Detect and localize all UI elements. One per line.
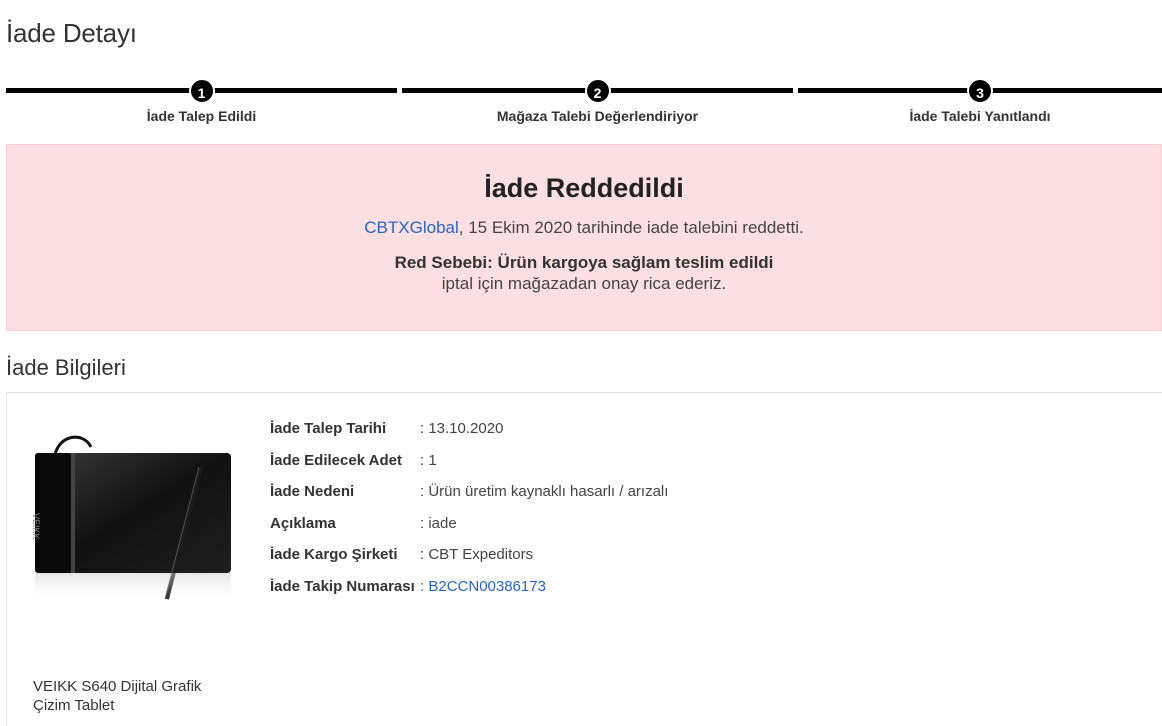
detail-value: : iade <box>420 514 457 532</box>
detail-value: : 1 <box>420 451 437 469</box>
detail-value: : 13.10.2020 <box>420 420 504 437</box>
detail-label: İade Kargo Şirketi <box>270 546 398 563</box>
page-title: İade Detayı <box>6 18 137 48</box>
rejection-message: CBTXGlobal, 15 Ekim 2020 tarihinde iade … <box>7 218 1161 238</box>
detail-label: İade Takip Numarası <box>270 577 415 595</box>
step-number: 3 <box>967 78 993 104</box>
store-link[interactable]: CBTXGlobal <box>364 218 458 237</box>
product-name[interactable]: VEIKK S640 Dijital Grafik Çizim Tablet <box>33 677 233 715</box>
step-answered: 3 İade Talebi Yanıtlandı <box>798 76 1162 132</box>
step-store-reviewing: 2 Mağaza Talebi Değerlendiriyor <box>402 76 793 132</box>
rejection-reason-label: Red Sebebi: Ürün kargoya sağlam teslim e… <box>394 253 774 272</box>
detail-value: : Ürün üretim kaynaklı hasarlı / arızalı <box>420 483 669 500</box>
rejection-reason-text: iptal için mağazadan onay rica ederiz. <box>441 274 727 293</box>
step-number: 1 <box>188 78 215 104</box>
tracking-number-link[interactable]: B2CCN00386173 <box>428 578 546 595</box>
detail-value: : B2CCN00386173 <box>420 577 546 596</box>
rejection-notice: İade Reddedildi CBTXGlobal, 15 Ekim 2020… <box>6 144 1162 331</box>
rejection-message-text: , 15 Ekim 2020 tarihinde iade talebini r… <box>458 218 804 237</box>
product-image[interactable]: VEIKK <box>33 431 233 611</box>
detail-label: İade Talep Tarihi <box>270 420 387 437</box>
section-title: İade Bilgileri <box>6 355 126 380</box>
detail-value: : CBT Expeditors <box>420 546 534 563</box>
return-progress-stepper: 1 İade Talep Edildi 2 Mağaza Talebi Değe… <box>6 76 1162 132</box>
rejection-reason: Red Sebebi: Ürün kargoya sağlam teslim e… <box>7 252 1161 294</box>
detail-label: İade Nedeni <box>270 483 355 500</box>
step-label: İade Talep Edildi <box>146 108 257 124</box>
step-number: 2 <box>584 78 611 104</box>
step-label: Mağaza Talebi Değerlendiriyor <box>496 108 699 124</box>
product-brand-mark: VEIKK <box>33 513 41 540</box>
step-requested: 1 İade Talep Edildi <box>6 76 397 132</box>
step-label: İade Talebi Yanıtlandı <box>909 108 1051 124</box>
rejection-title: İade Reddedildi <box>484 173 684 203</box>
detail-label: İade Edilecek Adet <box>270 451 402 469</box>
return-info-card: VEIKK VEIKK S640 Dijital Grafik Çizim Ta… <box>6 392 1162 726</box>
detail-label: Açıklama <box>270 514 336 532</box>
